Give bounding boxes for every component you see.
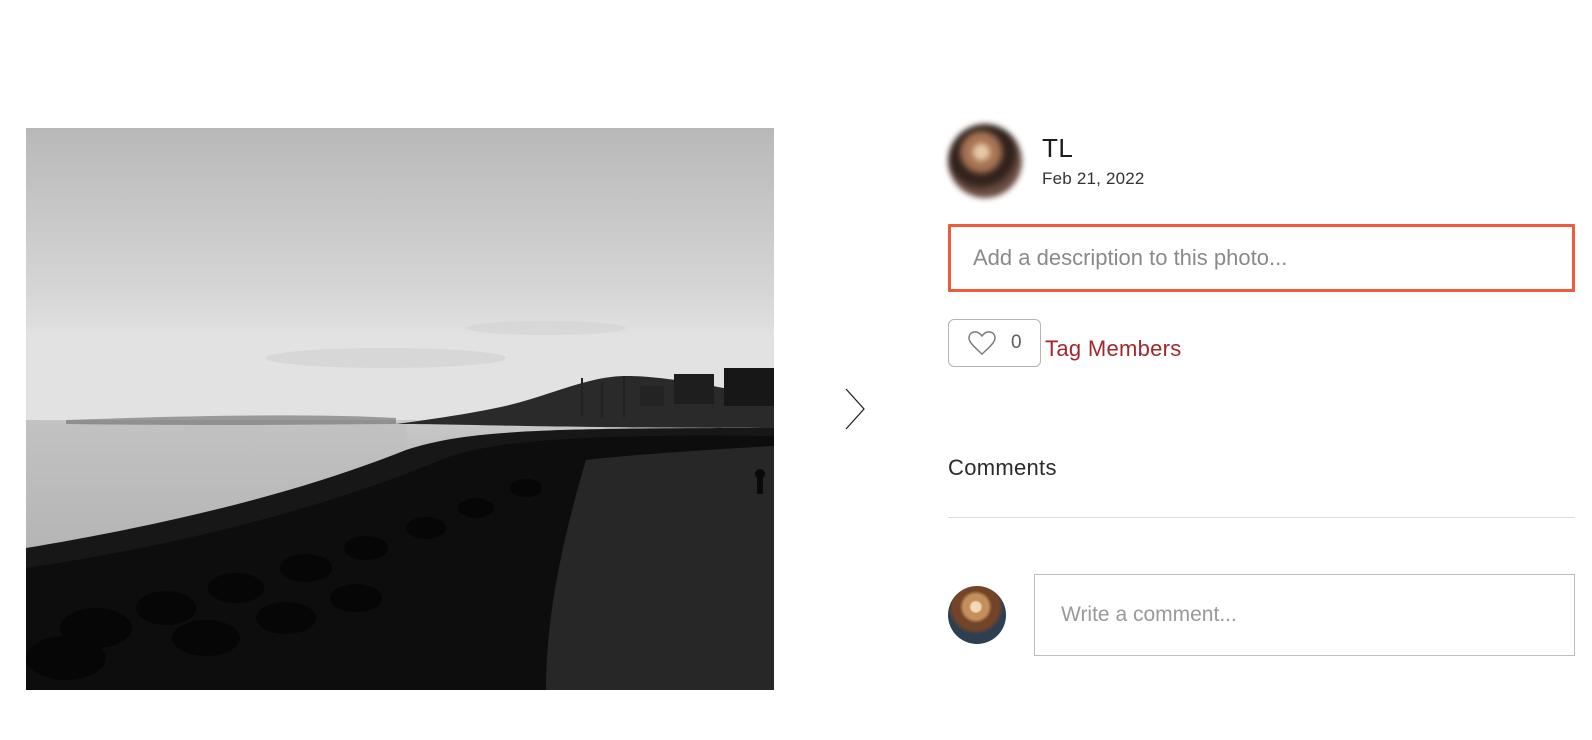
next-photo-button[interactable] <box>834 377 878 441</box>
tag-members-link[interactable]: Tag Members <box>1045 336 1182 362</box>
author-date: Feb 21, 2022 <box>1042 169 1145 189</box>
photo-detail-layout: TL Feb 21, 2022 0 Tag Members Comments <box>0 0 1592 690</box>
comment-input[interactable] <box>1061 603 1548 627</box>
like-count: 0 <box>1011 332 1022 354</box>
description-input[interactable] <box>973 245 1550 271</box>
author-row: TL Feb 21, 2022 <box>948 124 1575 198</box>
main-photo[interactable] <box>26 128 774 690</box>
author-avatar[interactable] <box>948 124 1022 198</box>
heart-icon <box>967 330 997 356</box>
comment-input-box <box>1034 574 1575 656</box>
author-text: TL Feb 21, 2022 <box>1042 133 1145 189</box>
author-name[interactable]: TL <box>1042 133 1145 164</box>
photo-section <box>26 128 878 690</box>
chevron-right-icon <box>844 387 868 431</box>
description-field-highlight <box>948 224 1575 292</box>
photo-info-panel: TL Feb 21, 2022 0 Tag Members Comments <box>948 124 1592 656</box>
comments-divider <box>948 517 1575 518</box>
like-button[interactable]: 0 <box>948 319 1041 367</box>
comments-heading: Comments <box>948 455 1575 481</box>
current-user-avatar[interactable] <box>948 586 1006 644</box>
comment-compose-row <box>948 574 1575 656</box>
